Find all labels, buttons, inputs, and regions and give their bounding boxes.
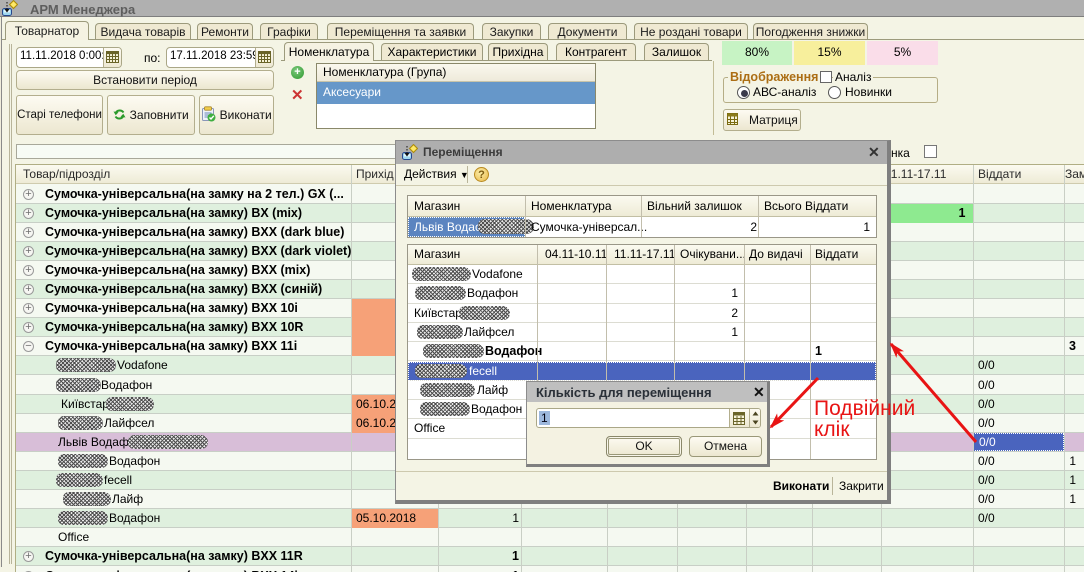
svg-text:Подвійний: Подвійний (814, 397, 915, 420)
svg-text:клік: клік (814, 418, 850, 441)
